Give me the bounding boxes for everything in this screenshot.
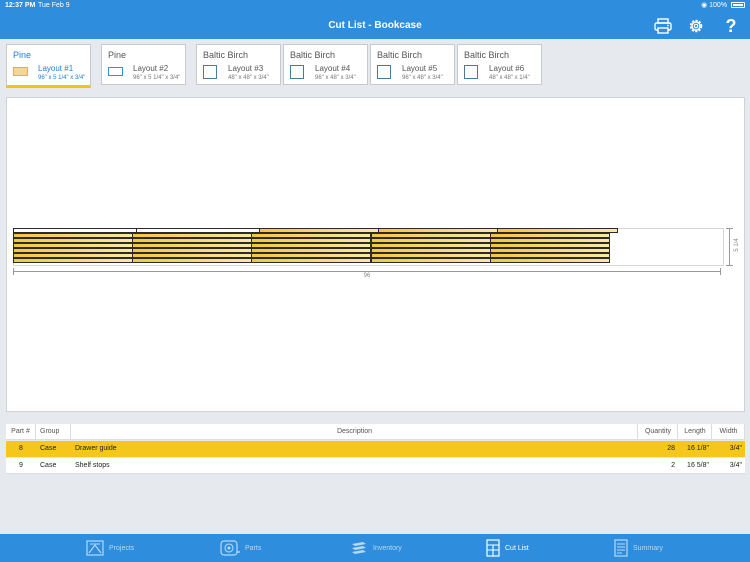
tab-label: Inventory	[373, 544, 402, 552]
tab-cut-list[interactable]: Cut List	[486, 534, 529, 562]
tab-label: Cut List	[505, 544, 529, 552]
status-right: ◉ 100%	[701, 0, 745, 12]
dimension-tick	[726, 228, 733, 229]
status-bar: 12:37 PM Tue Feb 9 ◉ 100%	[0, 0, 750, 12]
projects-icon	[86, 539, 104, 557]
layout-tab-2[interactable]: Pine Layout #2 96" x 5 1/4" x 3/4"	[101, 44, 186, 85]
help-icon[interactable]: ?	[720, 15, 742, 37]
tab-label: Projects	[109, 544, 135, 552]
cell-quantity: 28	[667, 445, 675, 452]
header-description[interactable]: Description	[72, 424, 638, 440]
table-row[interactable]: 8 Case Drawer guide 28 16 1/8" 3/4"	[6, 441, 745, 457]
layout-tab-5[interactable]: Baltic Birch Layout #5 96" x 48" x 3/4"	[370, 44, 455, 85]
status-date: Tue Feb 9	[38, 2, 70, 9]
cut-piece[interactable]	[13, 258, 133, 263]
tab-summary[interactable]: Summary	[614, 534, 663, 562]
cell-description: Drawer guide	[75, 445, 117, 452]
battery-percent: 100%	[709, 2, 728, 9]
status-time: 12:37 PM	[5, 2, 36, 9]
header-length[interactable]: Length	[679, 424, 712, 440]
board-swatch-icon	[108, 67, 123, 76]
sheet-swatch-icon	[203, 65, 217, 79]
tab-label: Parts	[245, 544, 262, 552]
header-part[interactable]: Part #	[6, 424, 36, 440]
layout-label: Layout #4	[315, 64, 351, 73]
sheet-swatch-icon	[377, 65, 391, 79]
layout-dims: 96" x 5 1/4" x 3/4"	[38, 75, 86, 81]
sheet-swatch-icon	[464, 65, 478, 79]
cut-list-icon	[486, 539, 500, 557]
layout-label: Layout #5	[402, 64, 438, 73]
width-dimension-line	[729, 228, 730, 266]
board-swatch-icon	[13, 67, 28, 76]
layout-dims: 96" x 5 1/4" x 3/4"	[133, 75, 181, 81]
tab-label: Summary	[633, 544, 663, 552]
tape-measure-icon	[220, 539, 240, 557]
cell-length: 16 5/8"	[687, 462, 709, 469]
bottom-tab-bar: Projects Parts Inventory Cut List Summar…	[0, 534, 750, 562]
sheet-swatch-icon	[290, 65, 304, 79]
dimension-tick	[13, 268, 14, 275]
summary-icon	[614, 539, 628, 557]
cell-description: Shelf stops	[75, 462, 110, 469]
header-quantity[interactable]: Quantity	[639, 424, 678, 440]
layout-tab-3[interactable]: Baltic Birch Layout #3 48" x 48" x 3/4"	[196, 44, 281, 85]
layout-material: Pine	[108, 50, 127, 60]
cell-part: 8	[19, 445, 23, 452]
layout-material: Baltic Birch	[203, 50, 249, 60]
cell-group: Case	[40, 445, 57, 452]
width-dimension-label: 5 1/4	[734, 238, 740, 252]
gear-icon[interactable]	[685, 15, 707, 37]
dimension-tick	[720, 268, 721, 275]
cell-part: 9	[19, 462, 23, 469]
battery-icon	[731, 2, 745, 8]
header-group[interactable]: Group	[37, 424, 71, 440]
tab-projects[interactable]: Projects	[86, 534, 134, 562]
cell-width: 3/4"	[729, 462, 742, 469]
printer-icon[interactable]	[652, 15, 674, 37]
nav-bar: Cut List - Bookcase ?	[0, 12, 750, 39]
layout-label: Layout #3	[228, 64, 264, 73]
layout-dims: 48" x 48" x 1/4"	[489, 75, 530, 81]
wifi-icon: ◉	[701, 2, 708, 9]
layout-material: Pine	[13, 50, 32, 60]
page-title: Cut List - Bookcase	[328, 20, 422, 31]
cell-length: 16 1/8"	[687, 445, 709, 452]
layout-dims: 96" x 48" x 3/4"	[402, 75, 443, 81]
tab-parts[interactable]: Parts	[220, 534, 261, 562]
length-dimension-line	[13, 271, 721, 272]
cut-piece[interactable]	[132, 258, 252, 263]
layout-label: Layout #6	[489, 64, 525, 73]
layout-tab-1[interactable]: Pine Layout #1 96" x 5 1/4" x 3/4"	[6, 44, 91, 88]
table-row[interactable]: 9 Case Shelf stops 2 16 5/8" 3/4"	[6, 458, 745, 474]
layout-dims: 96" x 48" x 3/4"	[315, 75, 356, 81]
layout-label: Layout #1	[38, 64, 74, 73]
layout-material: Baltic Birch	[377, 50, 423, 60]
table-header: Part # Group Description Quantity Length…	[6, 424, 745, 440]
layout-canvas[interactable]: 96 5 1/4	[6, 97, 745, 412]
dimension-tick	[726, 265, 733, 266]
layout-tab-6[interactable]: Baltic Birch Layout #6 48" x 48" x 1/4"	[457, 44, 542, 85]
layout-tab-4[interactable]: Baltic Birch Layout #4 96" x 48" x 3/4"	[283, 44, 368, 85]
cell-quantity: 2	[671, 462, 675, 469]
cut-piece[interactable]	[251, 258, 371, 263]
layout-material: Baltic Birch	[464, 50, 510, 60]
header-width[interactable]: Width	[713, 424, 745, 440]
layout-material: Baltic Birch	[290, 50, 336, 60]
layout-dims: 48" x 48" x 3/4"	[228, 75, 269, 81]
length-dimension-label: 96	[363, 273, 371, 279]
cell-width: 3/4"	[729, 445, 742, 452]
layout-label: Layout #2	[133, 64, 169, 73]
cell-group: Case	[40, 462, 57, 469]
lumber-stack-icon	[350, 540, 368, 556]
cut-piece[interactable]	[371, 258, 491, 263]
tab-inventory[interactable]: Inventory	[350, 534, 402, 562]
cut-piece[interactable]	[490, 258, 610, 263]
